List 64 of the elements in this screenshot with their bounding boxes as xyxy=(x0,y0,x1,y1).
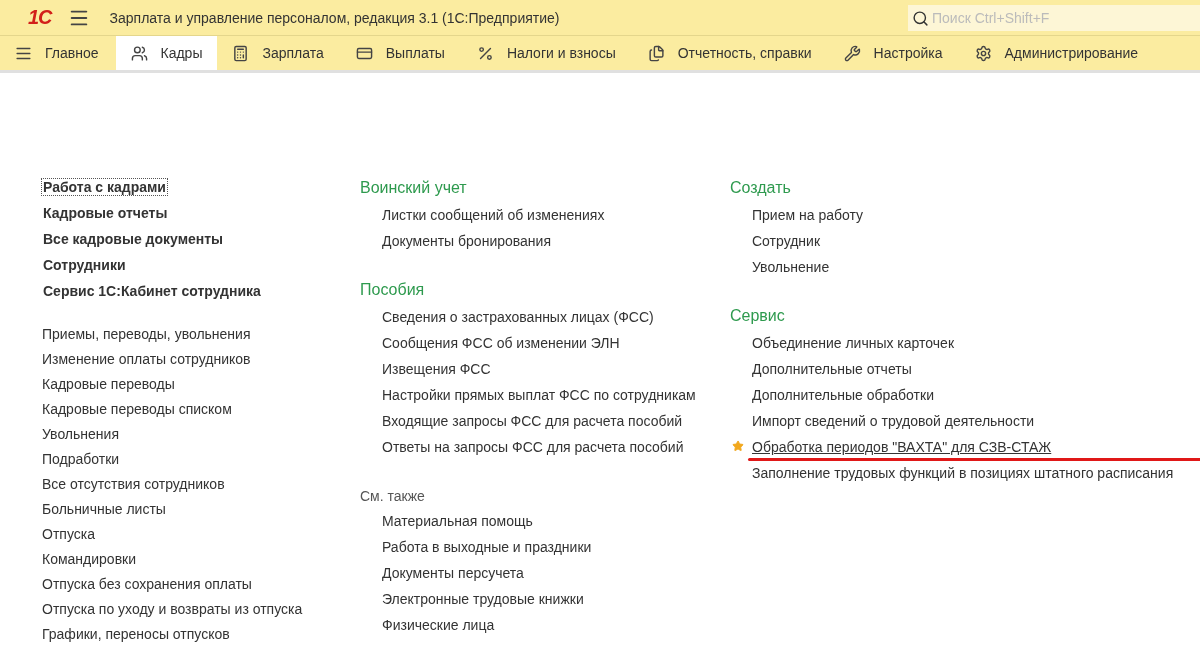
nav-link[interactable]: Заполнение трудовых функций в позициях штатного расписания xyxy=(752,460,1174,486)
section-icon xyxy=(476,44,494,62)
star-icon[interactable] xyxy=(732,440,744,452)
nav-link[interactable]: Командировки xyxy=(42,547,137,572)
section-icon xyxy=(130,44,148,62)
nav-link[interactable]: Сервис 1С:Кабинет сотрудника xyxy=(42,283,262,299)
nav-link[interactable]: Все отсутствия сотрудников xyxy=(42,472,225,497)
nav-link[interactable]: Увольнения xyxy=(42,422,119,447)
group-heading: Воинский учет xyxy=(360,178,467,198)
section-icon xyxy=(647,44,665,62)
nav-link[interactable]: Графики, переносы отпусков xyxy=(42,622,230,647)
nav-link[interactable]: Настройки прямых выплат ФСС по сотрудникам xyxy=(382,382,696,408)
nav-link[interactable]: Кадровые переводы списком xyxy=(42,397,232,422)
nav-link[interactable]: Работа в выходные и праздники xyxy=(382,534,592,560)
nav-link[interactable]: Все кадровые документы xyxy=(42,231,225,247)
nav-link[interactable]: Сотрудник xyxy=(752,228,820,254)
nav-link[interactable]: Дополнительные обработки xyxy=(752,382,934,408)
section-icon xyxy=(232,44,250,62)
nav-link[interactable]: Дополнительные отчеты xyxy=(752,356,912,382)
nav-link[interactable]: Отпуска по уходу и возвраты из отпуска xyxy=(42,597,303,622)
section-icon xyxy=(974,44,992,62)
section-tab[interactable]: Главное xyxy=(0,36,114,70)
section-icon xyxy=(843,44,861,62)
nav-link[interactable]: Электронные трудовые книжки xyxy=(382,586,584,612)
section-tab[interactable]: Настройка xyxy=(828,36,958,70)
nav-link[interactable]: Сведения о застрахованных лицах (ФСС) xyxy=(382,304,654,330)
section-tab[interactable]: Кадры xyxy=(115,36,218,70)
nav-link[interactable]: Ответы на запросы ФСС для расчета пособий xyxy=(382,434,684,460)
nav-link[interactable]: Листки сообщений об изменениях xyxy=(382,202,605,228)
nav-link[interactable]: Больничные листы xyxy=(42,497,166,522)
nav-link[interactable]: Работа с кадрами xyxy=(42,179,167,195)
nav-link[interactable]: Импорт сведений о трудовой деятельности xyxy=(752,408,1035,434)
window-title: Зарплата и управление персоналом, редакция 3.1 (1С:Предприятие) xyxy=(109,9,560,26)
nav-link[interactable]: Отпуска xyxy=(42,522,95,547)
nav-link[interactable]: Приемы, переводы, увольнения xyxy=(42,322,251,347)
nav-link[interactable]: Увольнение xyxy=(752,254,830,280)
search-icon xyxy=(912,9,929,27)
group-heading: Пособия xyxy=(360,280,425,300)
section-tab[interactable]: Администрирование xyxy=(959,36,1153,70)
nav-link[interactable]: Прием на работу xyxy=(752,202,863,228)
nav-link[interactable]: Кадровые отчеты xyxy=(42,205,169,221)
search-field[interactable]: Поиск Ctrl+Shift+F xyxy=(908,4,1200,31)
logo: 1С xyxy=(28,6,52,29)
nav-link[interactable]: Сотрудники xyxy=(42,257,127,273)
section-tab[interactable]: Отчетность, справки xyxy=(632,36,827,70)
group-heading: Создать xyxy=(730,178,791,198)
nav-link[interactable]: Документы персучета xyxy=(382,560,524,586)
nav-link[interactable]: Сообщения ФСС об изменении ЭЛН xyxy=(382,330,620,356)
nav-link[interactable]: Объединение личных карточек xyxy=(752,330,954,356)
nav-link[interactable]: Отпуска без сохранения оплаты xyxy=(42,572,252,597)
section-tab[interactable]: Выплаты xyxy=(340,36,460,70)
see-also-heading: См. также xyxy=(360,487,425,506)
nav-link[interactable]: Входящие запросы ФСС для расчета пособий xyxy=(382,408,683,434)
nav-link[interactable]: Материальная помощь xyxy=(382,508,533,534)
nav-link[interactable]: Извещения ФСС xyxy=(382,356,491,382)
section-tab[interactable]: Зарплата xyxy=(217,36,339,70)
nav-link[interactable]: Физические лица xyxy=(382,612,495,638)
nav-link[interactable]: Обработка периодов "ВАХТА" для СЗВ-СТАЖ xyxy=(752,434,1052,460)
section-tab[interactable]: Налоги и взносы xyxy=(461,36,631,70)
nav-link[interactable]: Подработки xyxy=(42,447,120,472)
nav-link[interactable]: Кадровые переводы xyxy=(42,372,175,397)
nav-link[interactable]: Документы бронирования xyxy=(382,228,551,254)
group-heading: Сервис xyxy=(730,306,785,326)
nav-link[interactable]: Изменение оплаты сотрудников xyxy=(42,347,251,372)
